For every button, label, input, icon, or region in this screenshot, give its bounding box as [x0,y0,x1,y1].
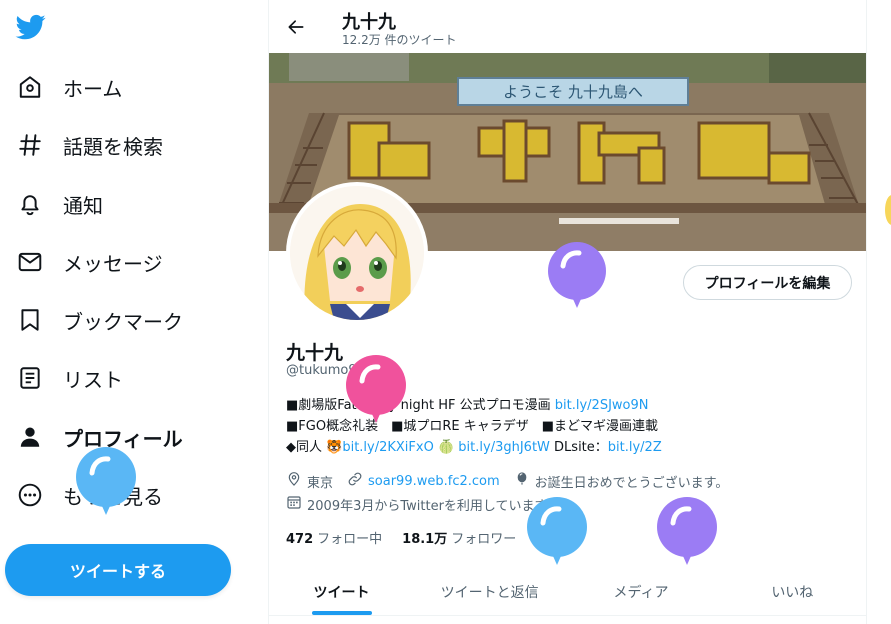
bio-line-2: ■FGO概念礼装 ■城プロRE キャラデザ ■まどマギ漫画連載 [286,419,659,434]
nav-item-notifications[interactable]: 通知 [16,184,103,224]
profile-header-bar: 九十九 12.2万 件のツイート [269,0,866,52]
person-icon [16,423,44,451]
link-icon [347,471,368,491]
back-arrow-icon[interactable] [283,14,309,40]
mail-icon [16,248,44,276]
nav-label-bookmarks: ブックマーク [63,309,183,334]
header-tweet-count: 12.2万 件のツイート [342,33,457,47]
nav-item-explore[interactable]: 話題を検索 [16,125,163,165]
profile-joined-date: 2009年3月からTwitterを利用しています [307,498,548,514]
balloon-icon [514,471,535,491]
follow-stats: 472 フォロー中 18.1万 フォロワー [286,528,536,547]
profile-bio: ■劇場版Fate/stay night HF 公式プロモ漫画 bit.ly/2S… [286,395,662,458]
sidebar: ホーム 話題を検索 通知 メッセージ ブックマーク リスト プロフィール ツイー… [0,0,268,624]
nav-label-notifications: 通知 [63,193,103,218]
hashtag-icon [16,131,44,159]
edit-profile-button[interactable]: プロフィールを編集 [683,265,852,300]
nav-label-messages: メッセージ [63,251,163,276]
purple-balloon-icon [548,242,606,308]
nav-item-bookmarks[interactable]: ブックマーク [16,300,183,340]
bio-text: ■劇場版Fate/stay night HF 公式プロモ漫画 [286,398,555,413]
bio-link[interactable]: bit.ly/3ghJ6tW [458,440,550,455]
bell-icon [16,190,44,218]
nav-label-lists: リスト [63,367,123,392]
twitter-logo-icon[interactable] [14,12,48,42]
pink-balloon-icon [346,355,406,423]
following-count: 472 [286,532,314,547]
nav-item-home[interactable]: ホーム [16,67,122,107]
bio-text: ◆同人 [286,440,327,455]
banner-sign-text: ようこそ 九十九島へ [503,83,643,101]
profile-joined-row: 2009年3月からTwitterを利用しています [286,494,548,514]
bookmark-icon [16,306,44,334]
profile-avatar[interactable] [286,182,428,324]
followers-label: フォロワー [451,532,517,547]
tiger-emoji-icon: 🐯 [326,440,343,455]
blue-balloon-icon [527,497,587,565]
bio-link[interactable]: bit.ly/2SJwo9N [555,398,649,413]
following-link[interactable]: 472 フォロー中 [286,528,382,547]
bio-line-1: ■劇場版Fate/stay night HF 公式プロモ漫画 bit.ly/2S… [286,395,662,416]
purple-balloon-icon [657,497,717,565]
profile-location: 東京 [307,475,334,491]
location-pin-icon [286,471,307,491]
tab-tweets-and-replies[interactable]: ツイートと返信 [414,568,565,615]
home-icon [16,73,44,101]
blue-balloon-icon [76,447,136,515]
profile-display-name: 九十九 [286,342,344,364]
nav-label-explore: 話題を検索 [63,134,163,159]
calendar-icon [286,494,307,514]
followers-link[interactable]: 18.1万 フォロワー [402,528,516,547]
tab-tweets[interactable]: ツイート [269,568,414,615]
tab-likes[interactable]: いいね [717,568,866,615]
bio-link[interactable]: bit.ly/2Z [608,440,662,455]
tab-media[interactable]: メディア [565,568,716,615]
list-icon [16,364,44,392]
birthday-group: お誕生日おめでとうございます。 [514,471,729,491]
profile-website-link[interactable]: soar99.web.fc2.com [368,474,500,489]
avatar-illustration [290,186,424,320]
bio-line-3: ◆同人 🐯bit.ly/2KXiFxO 🍈 bit.ly/3ghJ6tW DLs… [286,437,662,458]
followers-count: 18.1万 [402,532,448,547]
bio-link[interactable]: bit.ly/2KXiFxO [342,440,434,455]
melon-emoji-icon: 🍈 [437,440,455,455]
bio-text: DLsite： [549,440,608,455]
profile-tabs: ツイート ツイートと返信 メディア いいね [269,568,866,616]
profile-meta-row: 東京 soar99.web.fc2.com お誕生日おめでとうございます。 [286,471,728,491]
nav-item-messages[interactable]: メッセージ [16,242,163,282]
more-icon [16,481,44,509]
profile-birthday: お誕生日おめでとうございます。 [534,475,729,491]
nav-label-home: ホーム [63,76,123,101]
tweet-button[interactable]: ツイートする [5,544,231,596]
yellow-balloon-icon [885,195,891,225]
website-group: soar99.web.fc2.com [347,471,500,491]
following-label: フォロー中 [317,532,383,547]
nav-item-lists[interactable]: リスト [16,358,123,398]
